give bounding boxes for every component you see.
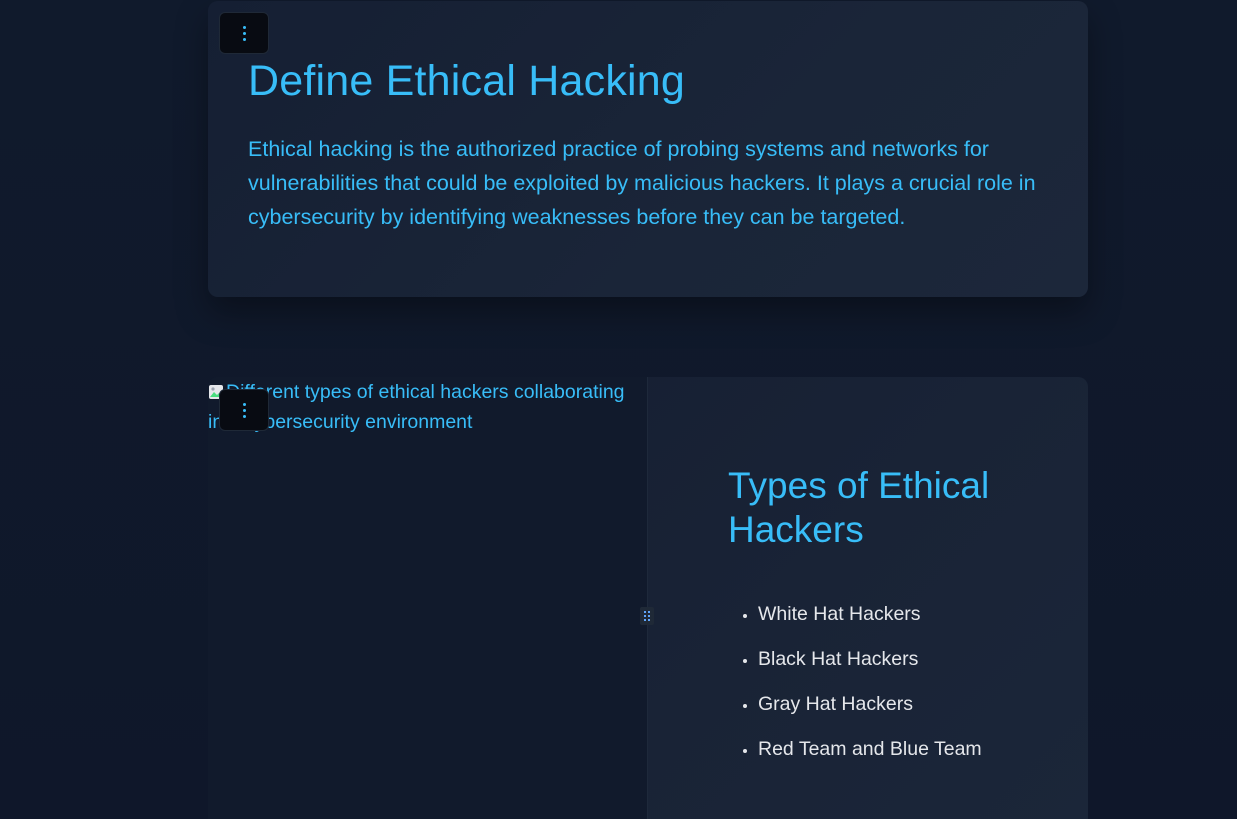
types-of-hackers-card: Different types of ethical hackers colla… bbox=[208, 377, 1088, 819]
types-list: White Hat Hackers Black Hat Hackers Gray… bbox=[728, 599, 982, 779]
page: Define Ethical Hacking Ethical hacking i… bbox=[0, 0, 1237, 819]
define-title: Define Ethical Hacking bbox=[248, 57, 686, 105]
vertical-dots-icon bbox=[242, 25, 246, 41]
types-title: Types of Ethical Hackers bbox=[728, 465, 990, 550]
define-body: Ethical hacking is the authorized practi… bbox=[248, 137, 1036, 229]
column-resize-handle[interactable] bbox=[640, 607, 654, 625]
list-item: Black Hat Hackers bbox=[758, 644, 982, 689]
card-menu-button[interactable] bbox=[219, 389, 269, 431]
define-ethical-hacking-card: Define Ethical Hacking Ethical hacking i… bbox=[208, 1, 1088, 297]
card-menu-button[interactable] bbox=[219, 12, 269, 54]
vertical-dots-icon bbox=[242, 402, 246, 418]
broken-image: Different types of ethical hackers colla… bbox=[208, 377, 644, 437]
list-item: Red Team and Blue Team bbox=[758, 734, 982, 779]
list-item: Gray Hat Hackers bbox=[758, 689, 982, 734]
image-pane: Different types of ethical hackers colla… bbox=[208, 377, 648, 819]
list-item: White Hat Hackers bbox=[758, 599, 982, 644]
image-alt-text: Different types of ethical hackers colla… bbox=[208, 381, 625, 433]
grip-dots-icon bbox=[644, 611, 650, 621]
